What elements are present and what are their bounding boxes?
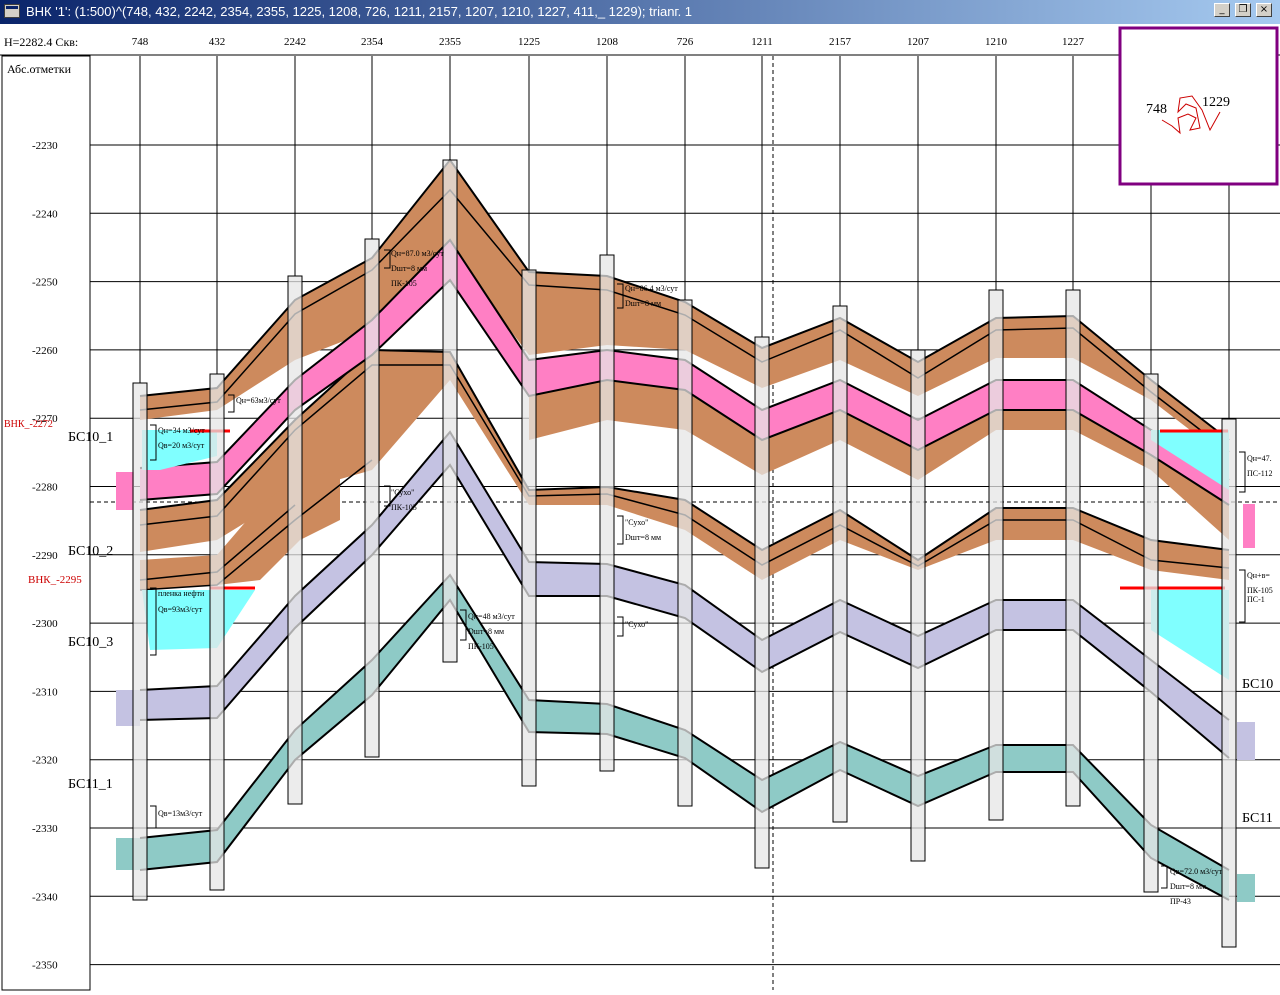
- well-bore[interactable]: [209, 373, 225, 891]
- well-header-label[interactable]: 2354: [361, 36, 384, 48]
- note-qn63: Qн=63м3/сут: [236, 396, 281, 405]
- vnk-label-upper: ВНК_-2272: [4, 419, 53, 430]
- layer-label-right-bs11: БС11: [1242, 811, 1273, 826]
- well-header-label[interactable]: 432: [209, 36, 226, 48]
- well-bore[interactable]: [364, 238, 380, 758]
- depth-tick-label: -2240: [32, 208, 58, 220]
- layer-label-bs11-1: БС11_1: [68, 777, 113, 792]
- well-header-label[interactable]: 1211: [751, 36, 773, 48]
- depth-tick-label: -2250: [32, 277, 58, 289]
- layer-label-bs10-2: БС10_2: [68, 544, 113, 559]
- well-header-label[interactable]: 2242: [284, 36, 306, 48]
- well-header-label[interactable]: 2355: [439, 36, 462, 48]
- note-qv20: Qв=20 м3/сут: [158, 441, 205, 450]
- well-header-label[interactable]: 1207: [907, 36, 930, 48]
- note-ps112: ПС-112: [1247, 469, 1272, 478]
- minimap-frame: [1118, 26, 1279, 186]
- well-bore[interactable]: [1065, 289, 1081, 807]
- depth-tick-label: -2260: [32, 345, 58, 357]
- well-header-label[interactable]: 748: [132, 36, 149, 48]
- note-qv72: Qв=72.0 м3/сут: [1170, 867, 1223, 876]
- well-bore[interactable]: [599, 254, 615, 772]
- application-window: ВНК '1': (1:500)^(748, 432, 2242, 2354, …: [0, 0, 1280, 995]
- depth-tick-label: -2320: [32, 755, 58, 767]
- well-bore[interactable]: [287, 275, 303, 805]
- vnk-label-lower: ВНК_-2295: [28, 574, 82, 586]
- water-zone-left-lower: [142, 590, 255, 650]
- note-qn87: Qн=87.0 м3/сут: [391, 249, 444, 258]
- depth-tick-label: -2330: [32, 823, 58, 835]
- depth-tick-label: -2280: [32, 482, 58, 494]
- note-dsht8e: Dшт=8 мм: [1170, 882, 1206, 891]
- well-bore[interactable]: [1143, 373, 1159, 893]
- well-header-label[interactable]: 726: [677, 36, 694, 48]
- note-qv93: Qв=93м3/сут: [158, 605, 203, 614]
- bs11-right-marker: [1237, 874, 1255, 902]
- well-bore[interactable]: [677, 299, 693, 807]
- depth-tick-label: -2230: [32, 140, 58, 152]
- depth-tick-label: -2300: [32, 618, 58, 630]
- well-bore[interactable]: [754, 336, 770, 869]
- note-pk105d: ПК-105: [1247, 586, 1273, 595]
- depth-axis-panel: [1, 55, 91, 991]
- note-plenka: пленка нефти: [158, 589, 205, 598]
- well-header-row: 748 432 2242 2354 2355 1225 1208 726 1211 2157 120…: [132, 36, 1085, 48]
- well-bore[interactable]: [910, 349, 926, 862]
- note-dsht8b: Dшт=8 мм: [468, 627, 504, 636]
- depth-tick-label: -2290: [32, 550, 58, 562]
- restore-button[interactable]: ❐: [1235, 3, 1251, 17]
- well-bore[interactable]: [1221, 418, 1237, 948]
- note-qn34: Qн=34 м3/сут: [158, 426, 205, 435]
- well-header-label[interactable]: 1208: [596, 36, 619, 48]
- h-label: H=2282.4 Скв:: [4, 35, 78, 49]
- note-pk105e: ПС-1: [1247, 595, 1265, 604]
- note-qnv: Qн+в=: [1247, 571, 1270, 580]
- cross-section-plot[interactable]: H=2282.4 Скв: 748 432 2242 2354 2355 1225 1208…: [0, 24, 1280, 995]
- note-dsht8d: Dшт=8 мм: [625, 533, 661, 542]
- axis-title: Абс.отметки: [7, 62, 72, 76]
- bs10-right-oil-marker: [1243, 504, 1255, 548]
- close-button[interactable]: ×: [1256, 3, 1272, 17]
- minimap-label-748: 748: [1146, 102, 1167, 117]
- title-bar[interactable]: ВНК '1': (1:500)^(748, 432, 2242, 2354, …: [0, 0, 1280, 24]
- well-header-label[interactable]: 1225: [518, 36, 541, 48]
- layer-label-bs10-1: БС10_1: [68, 430, 113, 445]
- minimap-label-1229: 1229: [1202, 95, 1230, 110]
- note-pr43: ПР-43: [1170, 897, 1191, 906]
- depth-tick-label: -2310: [32, 686, 58, 698]
- note-sukho1: "Сухо": [391, 488, 414, 497]
- bs10-2-left-marker: [116, 472, 134, 510]
- well-bores: [132, 56, 1237, 948]
- well-header-label[interactable]: 1210: [985, 36, 1008, 48]
- well-bore[interactable]: [832, 305, 848, 823]
- depth-tick-label: -2350: [32, 960, 58, 972]
- bs10-3-right-marker: [1237, 722, 1255, 760]
- well-bore[interactable]: [521, 269, 537, 787]
- well-bore[interactable]: [132, 382, 148, 901]
- note-pk105c: ПК-105: [468, 642, 494, 651]
- note-qn86: Qн=86.4 м3/сут: [625, 284, 678, 293]
- note-qn48: Qн=48 м3/сут: [468, 612, 515, 621]
- well-bore[interactable]: [988, 289, 1004, 821]
- note-pk105b: ПК-105: [391, 503, 417, 512]
- well-bore[interactable]: [442, 159, 458, 663]
- note-dsht8a: Dшт=8 мм: [391, 264, 427, 273]
- minimap[interactable]: 748 1229: [1118, 26, 1279, 186]
- note-pk105a: ПК-105: [391, 279, 417, 288]
- note-qn47: Qн=47.: [1247, 454, 1272, 463]
- note-dsht8c: Dшт=8 мм: [625, 299, 661, 308]
- well-header-label[interactable]: 2157: [829, 36, 852, 48]
- minimize-button[interactable]: _: [1214, 3, 1230, 17]
- depth-tick-label: -2340: [32, 891, 58, 903]
- window-menu-icon[interactable]: [4, 4, 20, 18]
- note-qv13: Qв=13м3/сут: [158, 809, 203, 818]
- window-title: ВНК '1': (1:500)^(748, 432, 2242, 2354, …: [26, 4, 693, 19]
- note-sukho2: "Сухо": [625, 518, 648, 527]
- layer-label-right-bs10: БС10: [1242, 677, 1273, 692]
- well-header-label[interactable]: 1227: [1062, 36, 1085, 48]
- water-zone-right-lower: [1151, 590, 1229, 680]
- note-sukho3: "Сухо": [625, 620, 648, 629]
- layer-label-bs10-3: БС10_3: [68, 635, 113, 650]
